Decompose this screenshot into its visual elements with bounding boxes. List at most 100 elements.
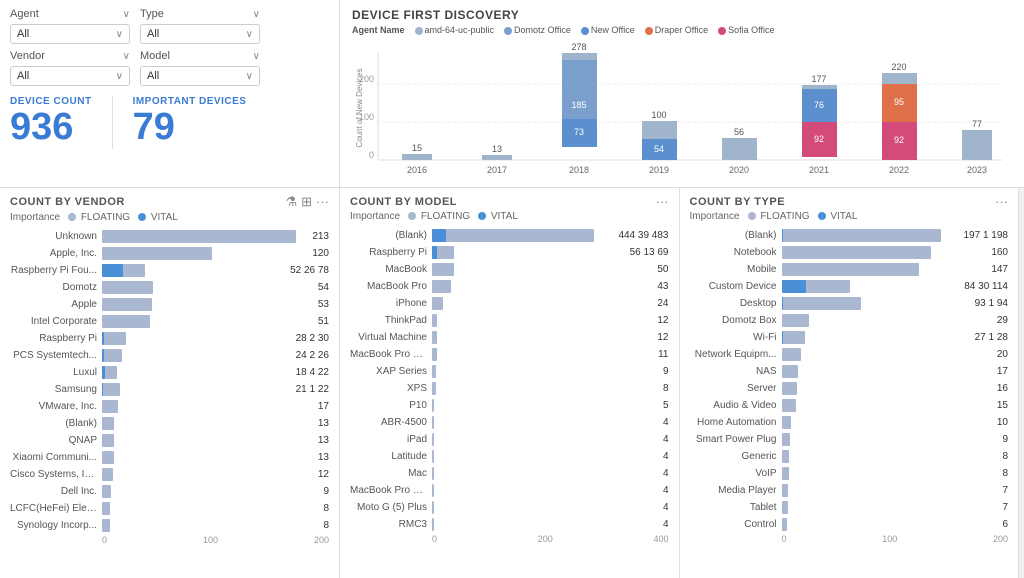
bar-container	[102, 332, 292, 345]
bar-count: 13	[318, 418, 329, 429]
app-layout: Agent ∨ All ∨ Type ∨ All	[0, 0, 1024, 578]
type-panel-header: COUNT BY TYPE ···	[690, 194, 1009, 209]
vendor-table-icon[interactable]: ⊞	[301, 194, 312, 210]
svg-text:177: 177	[811, 74, 826, 84]
vendor-vital-legend: VITAL	[138, 212, 178, 223]
vital-bar	[102, 264, 123, 277]
discovery-legend: Agent Name amd-64-uc-public Domotz Offic…	[352, 25, 1012, 35]
bar-label: Apple	[10, 299, 102, 310]
floating-bar	[432, 501, 434, 514]
bar-container	[782, 416, 993, 429]
table-row: Dell Inc.9	[10, 484, 329, 499]
svg-text:15: 15	[412, 143, 422, 153]
floating-bar	[432, 229, 594, 242]
svg-text:2019: 2019	[649, 165, 669, 175]
model-more-icon[interactable]: ···	[656, 194, 669, 209]
bar-container	[102, 264, 286, 277]
bottom-filters-row: Vendor ∨ All ∨ Model ∨ All	[10, 50, 329, 86]
floating-bar	[782, 348, 801, 361]
bar-label: NAS	[690, 366, 782, 377]
floating-bar	[782, 433, 791, 446]
bar-label: Domotz Box	[690, 315, 782, 326]
svg-text:13: 13	[492, 144, 502, 154]
bar-container	[102, 315, 314, 328]
table-row: Wi-Fi27 1 28	[690, 330, 1009, 345]
floating-bar	[782, 484, 789, 497]
bar-count: 50	[657, 264, 668, 275]
bar-container	[782, 331, 971, 344]
table-row: MacBook Pro 13"...11	[350, 347, 669, 362]
vendor-filter-icon[interactable]: ⚗	[285, 194, 297, 210]
agent-filter-select[interactable]: All ∨	[10, 24, 130, 44]
bar-count: 9	[1002, 434, 1008, 445]
table-row: XPS8	[350, 381, 669, 396]
model-importance-label: Importance	[350, 211, 400, 222]
bar-container	[432, 501, 659, 514]
floating-bar	[102, 247, 212, 260]
bar-label: Cisco Systems, Inc.	[10, 469, 102, 480]
bar-container	[782, 450, 999, 463]
bar-label: Smart Power Plug	[690, 434, 782, 445]
table-row: (Blank)444 39 483	[350, 228, 669, 243]
discovery-title: DEVICE FIRST DISCOVERY	[352, 8, 1012, 22]
floating-bar	[432, 416, 434, 429]
type-filter-label: Type ∨	[140, 8, 260, 20]
bar-container	[782, 399, 993, 412]
floating-bar	[432, 518, 434, 531]
bar-label: Tablet	[690, 502, 782, 513]
type-more-icon[interactable]: ···	[995, 194, 1008, 209]
model-panel-actions: ···	[656, 194, 669, 209]
type-x-axis: 0100200	[690, 534, 1009, 544]
table-row: Tablet7	[690, 500, 1009, 515]
bar-container	[102, 400, 314, 413]
bar-label: MacBook Pro 13"...	[350, 349, 432, 360]
bar-label: Virtual Machine	[350, 332, 432, 343]
bar-label: Latitude	[350, 451, 432, 462]
bar-container	[782, 314, 993, 327]
bar-container	[782, 484, 999, 497]
filters-section: Agent ∨ All ∨ Type ∨ All	[0, 0, 340, 187]
bar-label: Mac	[350, 468, 432, 479]
table-row: XAP Series9	[350, 364, 669, 379]
vendor-more-icon[interactable]: ···	[316, 194, 329, 210]
vendor-floating-legend: FLOATING	[68, 212, 130, 223]
vendor-filter-label: Vendor ∨	[10, 50, 130, 62]
bar-label: iPhone	[350, 298, 432, 309]
bar-count: 13	[318, 435, 329, 446]
svg-text:95: 95	[894, 97, 904, 107]
scrollbar[interactable]	[1018, 188, 1024, 578]
model-filter-select[interactable]: All ∨	[140, 66, 260, 86]
bar-count: 8	[1002, 468, 1008, 479]
vendor-importance-label: Importance	[10, 212, 60, 223]
bar-count: 51	[318, 316, 329, 327]
bar-container	[782, 501, 999, 514]
table-row: Moto G (5) Plus4	[350, 500, 669, 515]
type-filter-group: Type ∨ All ∨	[140, 8, 260, 44]
svg-text:2017: 2017	[487, 165, 507, 175]
bar-count: 15	[997, 400, 1008, 411]
bar-label: Xiaomi Communi...	[10, 452, 102, 463]
agent-filter-label: Agent ∨	[10, 8, 130, 20]
bar-container	[432, 331, 653, 344]
vendor-panel-header: COUNT BY VENDOR ⚗ ⊞ ···	[10, 194, 329, 210]
table-row: Synology Incorp...8	[10, 518, 329, 533]
vendor-filter-select[interactable]: All ∨	[10, 66, 130, 86]
discovery-chart: 0 100 200 Count of New Devices 2016 15	[352, 38, 1012, 178]
table-row: Samsung21 1 22	[10, 382, 329, 397]
bar-count: 52 26 78	[290, 265, 329, 276]
bar-container	[782, 348, 993, 361]
bar-label: LCFC(HeFei) Elec...	[10, 503, 102, 514]
svg-text:2016: 2016	[407, 165, 427, 175]
bar-container	[782, 229, 960, 242]
bar-label: Moto G (5) Plus	[350, 502, 432, 513]
bar-container	[782, 365, 993, 378]
type-filter-select[interactable]: All ∨	[140, 24, 260, 44]
floating-bar	[432, 467, 434, 480]
bar-label: VMware, Inc.	[10, 401, 102, 412]
floating-bar	[102, 468, 113, 481]
bar-count: 56 13 69	[630, 247, 669, 258]
table-row: PCS Systemtech...24 2 26	[10, 348, 329, 363]
bar-container	[102, 485, 319, 498]
type-floating-legend: FLOATING	[748, 211, 810, 222]
bar-label: (Blank)	[690, 230, 782, 241]
